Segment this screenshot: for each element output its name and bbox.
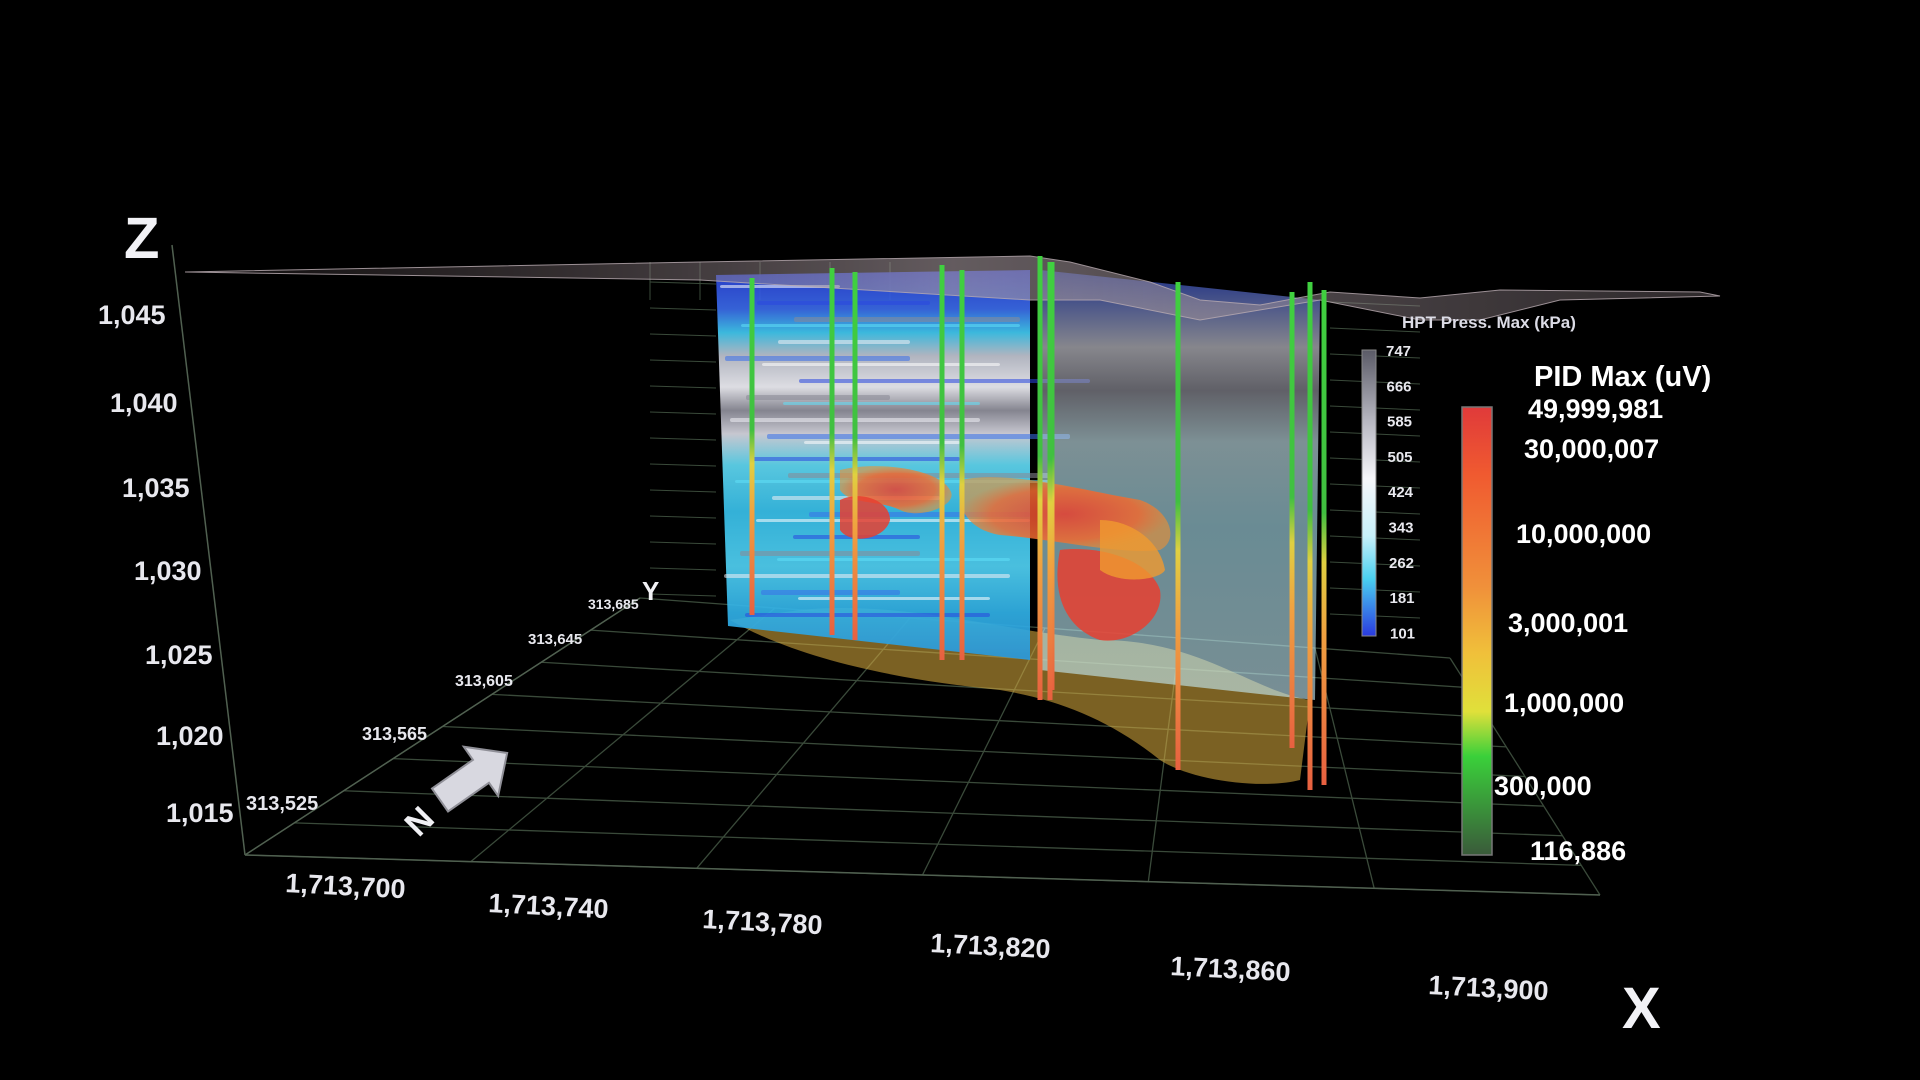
z-tick-label: 1,020 <box>156 721 224 751</box>
x-tick-label: 1,713,900 <box>1428 970 1550 1006</box>
y-tick-label: 313,525 <box>246 793 318 815</box>
hpt-legend-value: 585 <box>1387 414 1412 431</box>
3d-scene-viewport[interactable]: Z 1,0451,0401,0351,0301,0251,0201,015 Y … <box>0 0 1920 1080</box>
hpt-legend-value: 181 <box>1390 590 1415 607</box>
pid-legend-value: 10,000,000 <box>1516 519 1651 549</box>
cross-section-left <box>716 270 1090 660</box>
hpt-legend-value: 505 <box>1388 449 1413 466</box>
well-6 <box>1037 256 1043 700</box>
pid-colorbar <box>1461 406 1493 856</box>
y-tick-label: 313,565 <box>362 724 427 744</box>
pid-legend-value: 116,886 <box>1530 836 1626 866</box>
x-tick-label: 1,713,700 <box>285 868 407 904</box>
well-1 <box>749 278 755 615</box>
z-axis-letter: Z <box>124 206 159 271</box>
z-axis-ticks: 1,045 1,040 1,035 1,030 1,025 1,020 1,015 <box>98 300 234 828</box>
z-tick-label: 1,035 <box>122 473 190 503</box>
y-axis-letter: Y <box>642 576 659 606</box>
hpt-legend-value: 101 <box>1390 625 1415 642</box>
hpt-legend-value: 747 <box>1386 343 1411 360</box>
x-axis-letter: X <box>1622 976 1661 1041</box>
well-9 <box>1289 292 1295 748</box>
hpt-legend-value: 666 <box>1387 378 1412 395</box>
z-tick-label: 1,045 <box>98 300 166 330</box>
pid-legend-value: 30,000,007 <box>1524 434 1659 464</box>
pid-legend-value: 300,000 <box>1494 771 1592 801</box>
x-tick-label: 1,713,820 <box>930 928 1052 964</box>
z-tick-label: 1,015 <box>166 798 234 828</box>
hpt-legend-title: HPT Press. Max (kPa) <box>1402 313 1576 332</box>
north-arrow-icon[interactable]: N <box>386 728 524 850</box>
hpt-legend-value: 343 <box>1389 520 1414 537</box>
y-tick-label: 313,645 <box>528 631 582 648</box>
pid-legend-value: 1,000,000 <box>1504 688 1624 718</box>
x-tick-label: 1,713,860 <box>1170 951 1292 987</box>
well-5 <box>959 270 965 660</box>
pid-legend-value: 49,999,981 <box>1528 394 1663 424</box>
hpt-legend-value: 424 <box>1388 484 1414 501</box>
well-10 <box>1307 282 1313 790</box>
hpt-colorbar <box>1361 349 1377 637</box>
pid-legend-value: 3,000,001 <box>1508 608 1628 638</box>
hpt-legend-value: 262 <box>1389 555 1414 572</box>
pid-legend: PID Max (uV) 49,999,981 30,000,007 10,000,… <box>1461 361 1711 866</box>
well-2 <box>829 268 835 635</box>
well-4 <box>939 265 945 660</box>
z-tick-label: 1,030 <box>134 556 202 586</box>
pid-legend-title: PID Max (uV) <box>1534 361 1711 393</box>
north-arrow-label: N <box>398 800 442 844</box>
x-tick-label: 1,713,780 <box>702 904 824 940</box>
well-8 <box>1175 282 1181 770</box>
y-tick-label: 313,685 <box>588 596 639 612</box>
well-3 <box>852 272 858 640</box>
x-axis-ticks: 1,713,700 1,713,740 1,713,780 1,713,820 1,71… <box>285 868 1550 1006</box>
z-tick-label: 1,040 <box>110 388 178 418</box>
well-12 <box>1047 262 1053 700</box>
x-tick-label: 1,713,740 <box>488 888 610 924</box>
z-tick-label: 1,025 <box>145 640 213 670</box>
y-tick-label: 313,605 <box>455 673 513 690</box>
well-11 <box>1321 290 1327 785</box>
